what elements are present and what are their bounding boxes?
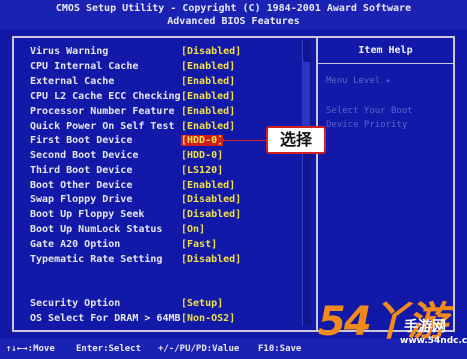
setting-label: Typematic Rate Setting <box>30 254 163 265</box>
setting-security-option[interactable]: Security Option [Setup] <box>30 298 300 311</box>
setting-value[interactable]: [HDD-0] <box>181 150 223 161</box>
page-title: Advanced BIOS Features <box>167 16 300 27</box>
setting-value-selected[interactable]: [HDD-0] <box>181 135 224 146</box>
help-text-line-2: Device Priority <box>326 120 408 130</box>
setting-label: External Cache <box>30 76 115 87</box>
setting-value[interactable]: [Enabled] <box>181 180 235 191</box>
setting-value[interactable]: [Disabled] <box>181 209 241 220</box>
setting-label: CPU Internal Cache <box>30 61 139 72</box>
setting-label: First Boot Device <box>30 135 133 146</box>
setting-label: Processor Number Feature <box>30 106 175 117</box>
item-help-title: Item Help <box>358 45 413 56</box>
setting-label: Quick Power On Self Test <box>30 121 175 132</box>
setting-processor-number[interactable]: Processor Number Feature [Enabled] <box>30 106 300 119</box>
setting-virus-warning[interactable]: Virus Warning [Disabled] <box>30 46 300 59</box>
setting-cpu-internal-cache[interactable]: CPU Internal Cache [Enabled] <box>30 61 300 74</box>
setting-value[interactable]: [Setup] <box>181 298 223 309</box>
setting-label: Gate A20 Option <box>30 239 121 250</box>
setting-value[interactable]: [Enabled] <box>181 61 235 72</box>
setting-value[interactable]: [Enabled] <box>181 91 235 102</box>
help-text-line-1: Select Your Boot <box>326 106 413 116</box>
setting-value[interactable]: [Enabled] <box>181 76 235 87</box>
callout-pointer-line <box>222 140 267 141</box>
setting-label: Second Boot Device <box>30 150 139 161</box>
setting-swap-floppy-drive[interactable]: Swap Floppy Drive [Disabled] <box>30 194 300 207</box>
setting-third-boot-device[interactable]: Third Boot Device [LS120] <box>30 165 300 178</box>
setting-label: Boot Up NumLock Status <box>30 224 163 235</box>
setting-value[interactable]: [Enabled] <box>181 106 235 117</box>
setting-label: Security Option <box>30 298 121 309</box>
setting-value[interactable]: [Disabled] <box>181 46 241 57</box>
watermark-url: www.54ndc.com <box>400 336 467 346</box>
setting-first-boot-device[interactable]: First Boot Device [HDD-0] <box>30 135 300 148</box>
setting-label: Boot Other Device <box>30 180 133 191</box>
help-separator <box>318 63 453 64</box>
status-value-hint: +/-/PU/PD:Value <box>158 344 240 354</box>
setting-label: Third Boot Device <box>30 165 133 176</box>
setting-numlock-status[interactable]: Boot Up NumLock Status [On] <box>30 224 300 237</box>
status-select-hint: Enter:Select <box>76 344 142 354</box>
site-watermark: 54丫游 手游网 www.54ndc.com <box>318 300 467 359</box>
setting-os-select-dram[interactable]: OS Select For DRAM > 64MB [Non-OS2] <box>30 313 300 326</box>
setting-value[interactable]: [Fast] <box>181 239 217 250</box>
setting-quick-power-on[interactable]: Quick Power On Self Test [Enabled] <box>30 121 300 134</box>
setting-cpu-l2-cache-ecc[interactable]: CPU L2 Cache ECC Checking [Enabled] <box>30 91 300 104</box>
watermark-site-name: 手游网 <box>404 319 446 335</box>
select-callout-label: 选择 <box>266 126 326 154</box>
status-move-hint: ↑↓←→:Move <box>6 344 55 354</box>
panel-divider <box>316 36 318 332</box>
setting-label: OS Select For DRAM > 64MB <box>30 313 181 324</box>
setting-gate-a20-option[interactable]: Gate A20 Option [Fast] <box>30 239 300 252</box>
scrollbar-thumb[interactable] <box>302 62 310 132</box>
setting-label: Virus Warning <box>30 46 109 57</box>
setting-label: CPU L2 Cache ECC Checking <box>30 91 181 102</box>
setting-label: Boot Up Floppy Seek <box>30 209 145 220</box>
status-save-hint: F10:Save <box>258 344 302 354</box>
setting-typematic-rate[interactable]: Typematic Rate Setting [Disabled] <box>30 254 300 267</box>
title-bar: CMOS Setup Utility - Copyright (C) 1984-… <box>0 0 467 30</box>
setting-boot-up-floppy-seek[interactable]: Boot Up Floppy Seek [Disabled] <box>30 209 300 222</box>
setting-value[interactable]: [Enabled] <box>181 121 235 132</box>
setting-external-cache[interactable]: External Cache [Enabled] <box>30 76 300 89</box>
setting-label: Swap Floppy Drive <box>30 194 133 205</box>
setting-value[interactable]: [On] <box>181 224 205 235</box>
setting-second-boot-device[interactable]: Second Boot Device [HDD-0] <box>30 150 300 163</box>
setting-value[interactable]: [LS120] <box>181 165 223 176</box>
app-title: CMOS Setup Utility - Copyright (C) 1984-… <box>55 3 412 14</box>
setting-boot-other-device[interactable]: Boot Other Device [Enabled] <box>30 180 300 193</box>
help-menu-level: Menu Level ▸ <box>326 76 392 86</box>
setting-value[interactable]: [Disabled] <box>181 254 241 265</box>
setting-value[interactable]: [Disabled] <box>181 194 241 205</box>
setting-value[interactable]: [Non-OS2] <box>181 313 235 324</box>
